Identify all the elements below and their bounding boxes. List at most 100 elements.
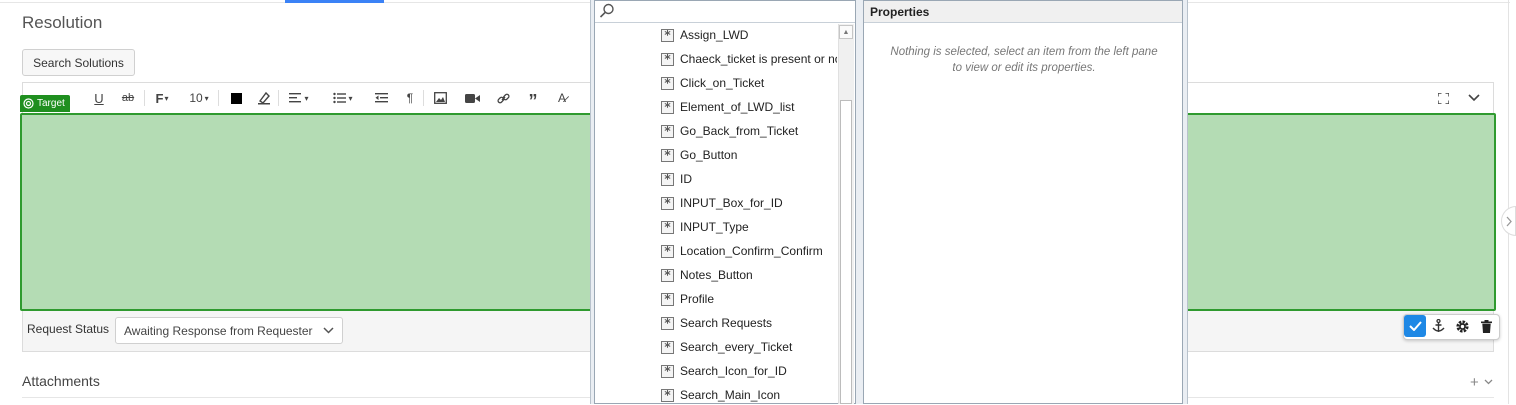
insert-link-button[interactable]	[495, 88, 511, 108]
trash-icon	[1480, 319, 1492, 333]
request-status-select[interactable]: Awaiting Response from Requester	[115, 317, 343, 344]
fullscreen-icon	[1437, 92, 1449, 104]
tree-item-label: Click_on_Ticket	[680, 76, 765, 90]
clear-format-icon: A̷	[557, 91, 566, 105]
tree-item[interactable]: * Profile	[661, 289, 837, 309]
settings-button[interactable]	[1451, 315, 1473, 337]
content-right-border	[1508, 0, 1509, 404]
expand-side-panel-button[interactable]	[1501, 206, 1516, 236]
search-icon	[599, 3, 615, 24]
tree-item[interactable]: * Chaeck_ticket is present or not	[661, 49, 837, 69]
paragraph-button[interactable]: ¶	[403, 88, 417, 108]
element-icon: *	[661, 316, 674, 330]
font-family-icon: F	[155, 90, 164, 106]
toolbar-divider	[278, 90, 279, 106]
highlight-button[interactable]	[256, 88, 272, 108]
underline-button[interactable]: U	[92, 88, 106, 108]
tree-item[interactable]: * Search_Main_Icon	[661, 385, 837, 405]
font-size-value: 10	[189, 91, 203, 105]
highlighter-icon	[258, 91, 270, 105]
tree-item-label: Notes_Button	[680, 268, 753, 282]
tree-item[interactable]: * Location_Confirm_Confirm	[661, 241, 837, 261]
element-icon: *	[661, 292, 674, 306]
active-tab-indicator	[285, 0, 384, 3]
collapse-toolbar-button[interactable]	[1466, 88, 1482, 108]
confirm-button[interactable]	[1404, 315, 1426, 337]
underline-icon: U	[94, 90, 104, 106]
delete-button[interactable]	[1475, 315, 1497, 337]
tree-item-label: Search_Main_Icon	[680, 388, 781, 402]
target-badge: Target	[20, 95, 70, 112]
tree-item[interactable]: * Notes_Button	[661, 265, 837, 285]
insert-video-button[interactable]	[463, 88, 481, 108]
font-size-select[interactable]: 10 ▾	[186, 88, 212, 108]
attachments-title: Attachments	[22, 373, 100, 389]
tree-item-label: Chaeck_ticket is present or not	[680, 52, 837, 66]
tree-item-label: Assign_LWD	[680, 28, 749, 42]
toolbar-divider	[144, 90, 145, 106]
check-icon	[1408, 321, 1422, 331]
outdent-icon	[374, 93, 388, 103]
tree-item-label: Search Requests	[680, 316, 773, 330]
attachments-expand-button[interactable]	[1484, 376, 1493, 388]
tree-item[interactable]: * Element_of_LWD_list	[661, 97, 837, 117]
paragraph-icon: ¶	[406, 91, 414, 105]
element-icon: *	[661, 100, 674, 114]
target-icon	[23, 98, 34, 109]
tree-item-label: INPUT_Box_for_ID	[680, 196, 783, 210]
text-color-button[interactable]	[228, 88, 244, 108]
strikethrough-icon: ab	[121, 92, 135, 104]
tree-search-input[interactable]	[595, 1, 855, 23]
insert-image-button[interactable]	[432, 88, 448, 108]
tree-item[interactable]: * Go_Button	[661, 145, 837, 165]
quote-icon: ”	[528, 91, 538, 111]
tree-item-label: INPUT_Type	[680, 220, 749, 234]
attachments-add-button[interactable]: +	[1470, 374, 1479, 391]
tree-item-label: Element_of_LWD_list	[680, 100, 795, 114]
tree-item[interactable]: * ID	[661, 169, 837, 189]
tree-item-label: Profile	[680, 292, 715, 306]
element-icon: *	[661, 76, 674, 90]
outdent-button[interactable]	[373, 88, 389, 108]
element-icon: *	[661, 220, 674, 234]
element-icon: *	[661, 148, 674, 162]
video-icon	[464, 93, 480, 103]
quote-button[interactable]: ”	[525, 88, 541, 111]
element-icon: *	[661, 364, 674, 378]
tree-item[interactable]: * INPUT_Box_for_ID	[661, 193, 837, 213]
list-button[interactable]: ▾	[330, 88, 356, 108]
image-icon	[433, 92, 447, 104]
tree-item[interactable]: * Search_every_Ticket	[661, 337, 837, 357]
element-icon: *	[661, 388, 674, 402]
toolbar-divider	[218, 90, 219, 106]
toolbar-divider	[423, 90, 424, 106]
link-icon	[496, 93, 510, 103]
tree-item-label: Go_Button	[680, 148, 738, 162]
scrollbar-thumb[interactable]	[840, 100, 852, 404]
tree-item[interactable]: * Search Requests	[661, 313, 837, 333]
tree-item[interactable]: * Go_Back_from_Ticket	[661, 121, 837, 141]
chevron-down-icon	[1484, 379, 1493, 385]
request-status-label: Request Status	[27, 322, 110, 336]
chevron-down-icon	[323, 327, 334, 334]
bullet-list-icon	[333, 92, 347, 104]
tree-item[interactable]: * INPUT_Type	[661, 217, 837, 237]
properties-empty-message: Nothing is selected, select an item from…	[890, 46, 1158, 74]
element-icon: *	[661, 244, 674, 258]
tree-item[interactable]: * Click_on_Ticket	[661, 73, 837, 93]
fullscreen-button[interactable]	[1435, 88, 1451, 108]
chevron-down-icon	[1468, 94, 1480, 102]
tree-item[interactable]: * Search_Icon_for_ID	[661, 361, 837, 381]
resolution-title: Resolution	[22, 13, 103, 32]
strikethrough-button[interactable]: ab	[120, 88, 136, 108]
chevron-down-icon: ▾	[204, 93, 209, 103]
anchor-button[interactable]	[1427, 315, 1449, 337]
scroll-up-button[interactable]: ▲	[839, 25, 853, 39]
tree-item-label: Go_Back_from_Ticket	[680, 124, 799, 138]
clear-format-button[interactable]: A̷	[554, 88, 570, 108]
tree-item[interactable]: * Assign_LWD	[661, 25, 837, 45]
align-button[interactable]: ▾	[286, 88, 312, 108]
element-icon: *	[661, 196, 674, 210]
font-family-button[interactable]: F ▾	[153, 88, 171, 108]
search-solutions-button[interactable]: Search Solutions	[22, 49, 135, 76]
